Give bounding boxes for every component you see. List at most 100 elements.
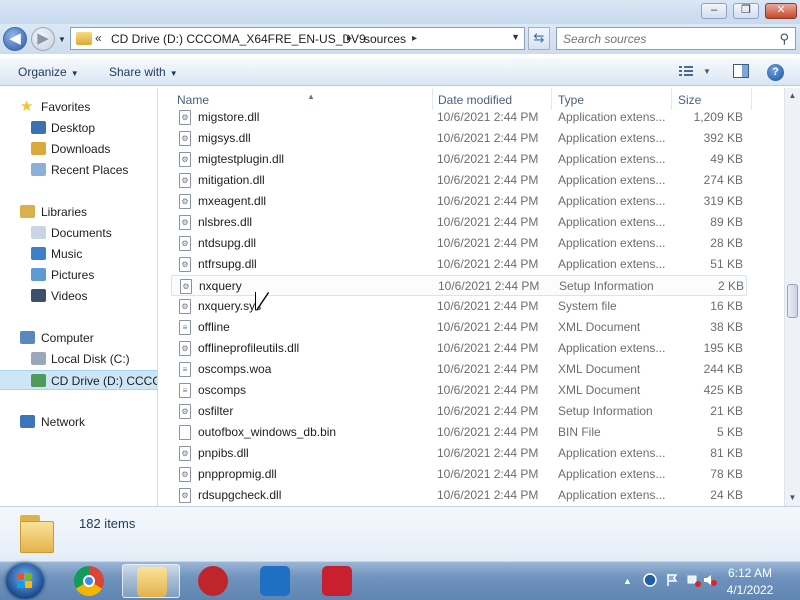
close-button[interactable]: ✕ (765, 3, 797, 19)
file-row[interactable]: ≡ offline 10/6/2021 2:44 PM XML Document 38 … (171, 317, 747, 338)
scroll-up-icon[interactable]: ▲ (785, 88, 800, 104)
file-size: 1,209 KB (693, 110, 743, 124)
breadcrumb-folder[interactable]: sources (364, 32, 406, 46)
file-size: 21 KB (710, 404, 743, 418)
help-icon[interactable]: ? (767, 64, 784, 81)
file-row[interactable]: ⚙ ntdsupg.dll 10/6/2021 2:44 PM Application… (171, 233, 747, 254)
sort-ascending-icon: ▲ (307, 92, 315, 101)
file-size: 244 KB (703, 362, 743, 376)
file-row[interactable]: ≡ oscomps 10/6/2021 2:44 PM XML Document 425… (171, 380, 747, 401)
share-with-button[interactable]: Share with ▼ (109, 65, 178, 79)
recent-pages-dropdown[interactable]: ▼ (58, 35, 66, 44)
command-bar: Organize ▼ Share with ▼ ▼ ? (0, 58, 800, 86)
search-box[interactable]: ⚲ (556, 27, 796, 50)
file-row[interactable]: ⚙ migtestplugin.dll 10/6/2021 2:44 PM Appli… (171, 149, 747, 170)
driver-booster-icon (198, 566, 228, 596)
file-type: Setup Information (558, 404, 653, 418)
file-row[interactable]: ≡ oscomps.woa 10/6/2021 2:44 PM XML Documen… (171, 359, 747, 380)
network-status-icon[interactable] (687, 573, 701, 590)
nav-item-videos[interactable]: Videos (0, 286, 157, 306)
nav-item-music[interactable]: Music (0, 244, 157, 264)
change-view-button[interactable] (678, 64, 694, 80)
folder-icon (76, 32, 92, 45)
forward-button[interactable]: ▶ (31, 27, 55, 51)
start-button[interactable] (6, 563, 44, 599)
nav-item-label: Documents (51, 226, 112, 240)
organize-label: Organize (18, 65, 67, 79)
breadcrumb-separator-end[interactable]: ▸ (412, 33, 417, 44)
file-row[interactable]: ⚙ migstore.dll 10/6/2021 2:44 PM Applicatio… (171, 107, 747, 128)
file-size: 51 KB (710, 257, 743, 271)
nav-item-star[interactable]: ★ Favorites (0, 97, 157, 117)
taskbar-driver-booster[interactable] (184, 564, 242, 598)
file-name: mitigation.dll (198, 173, 265, 187)
action-center-flag-icon[interactable] (665, 573, 679, 590)
file-size: 78 KB (710, 467, 743, 481)
scrollbar-thumb[interactable] (787, 284, 798, 318)
file-size: 392 KB (703, 131, 743, 145)
nav-item-recent-places[interactable]: Recent Places (0, 160, 157, 180)
system-file-icon: ⚙ (179, 299, 191, 314)
file-date-modified: 10/6/2021 2:44 PM (437, 341, 539, 355)
nav-item-desktop[interactable]: Desktop (0, 118, 157, 138)
dll-file-icon: ⚙ (179, 152, 191, 167)
vertical-scrollbar[interactable]: ▲ ▼ (784, 88, 800, 506)
file-row[interactable]: ⚙ pnppropmig.dll 10/6/2021 2:44 PM Applicat… (171, 464, 747, 485)
scroll-down-icon[interactable]: ▼ (785, 490, 800, 506)
file-row[interactable]: ⚙ nlsbres.dll 10/6/2021 2:44 PM Application… (171, 212, 747, 233)
file-date-modified: 10/6/2021 2:44 PM (437, 404, 539, 418)
nav-item-computer[interactable]: Computer (0, 328, 157, 348)
file-name: migtestplugin.dll (198, 152, 285, 166)
file-row[interactable]: ⚙ osfilter 10/6/2021 2:44 PM Setup Informat… (171, 401, 747, 422)
file-row[interactable]: ⚙ mitigation.dll 10/6/2021 2:44 PM Applicat… (171, 170, 747, 191)
file-row[interactable]: ⚙ migsys.dll 10/6/2021 2:44 PM Application … (171, 128, 747, 149)
file-row[interactable]: ⚙ pnpibs.dll 10/6/2021 2:44 PM Application … (171, 443, 747, 464)
setup-info-file-icon: ⚙ (179, 404, 191, 419)
dll-file-icon: ⚙ (179, 173, 191, 188)
address-bar[interactable]: « CD Drive (D:) CCCOMA_X64FRE_EN-US_DV9 … (70, 27, 525, 50)
preview-pane-button[interactable] (733, 64, 749, 80)
maximize-button[interactable]: ❐ (733, 3, 759, 19)
dll-file-icon: ⚙ (179, 110, 191, 125)
nav-item-libraries[interactable]: Libraries (0, 202, 157, 222)
taskbar-screen-recorder[interactable] (308, 564, 366, 598)
tray-app-icon[interactable] (643, 573, 657, 590)
search-icon[interactable]: ⚲ (779, 31, 789, 47)
nav-item-cd-drive[interactable]: CD Drive (D:) CCCOMA_X64FRE_EN-US_DV9 (0, 370, 157, 390)
search-input[interactable] (563, 31, 773, 47)
breadcrumb-drive[interactable]: CD Drive (D:) CCCOMA_X64FRE_EN-US_DV9 (111, 32, 366, 46)
local-disk-icon (31, 352, 46, 365)
file-type: Application extens... (558, 110, 666, 124)
file-row[interactable]: ⚙ ntfrsupg.dll 10/6/2021 2:44 PM Applicatio… (171, 254, 747, 275)
nav-item-downloads[interactable]: Downloads (0, 139, 157, 159)
column-name-label: Name (177, 93, 210, 107)
clock[interactable]: 6:12 AM 4/1/2022 (722, 565, 778, 599)
volume-muted-icon[interactable] (703, 573, 717, 590)
minimize-button[interactable]: – (701, 3, 727, 19)
breadcrumb-separator[interactable]: ▸ (347, 33, 352, 44)
address-history-dropdown[interactable]: ▼ (511, 32, 520, 42)
file-row[interactable]: outofbox_windows_db.bin 10/6/2021 2:44 PM… (171, 422, 747, 443)
taskbar-chrome[interactable] (60, 564, 118, 598)
file-row[interactable]: ⚙ rdsupgcheck.dll 10/6/2021 2:44 PM Applica… (171, 485, 747, 506)
organize-button[interactable]: Organize ▼ (18, 65, 79, 79)
taskbar: ▲ 6:12 AM 4/1/2022 (0, 561, 800, 600)
back-button[interactable]: ◀ (3, 27, 27, 51)
nav-item-local-disk[interactable]: Local Disk (C:) (0, 349, 157, 369)
nav-item-network[interactable]: Network (0, 412, 157, 432)
nav-item-label: Pictures (51, 268, 95, 282)
taskbar-malware-fighter[interactable] (246, 564, 304, 598)
view-options-dropdown[interactable]: ▼ (703, 67, 711, 83)
downloads-icon (31, 142, 46, 155)
file-type: Application extens... (558, 488, 666, 502)
file-row[interactable]: ⚙ mxeagent.dll 10/6/2021 2:44 PM Applicatio… (171, 191, 747, 212)
nav-item-documents[interactable]: Documents (0, 223, 157, 243)
show-hidden-icons-button[interactable]: ▲ (623, 576, 632, 586)
taskbar-file-explorer[interactable] (122, 564, 180, 598)
breadcrumb-overflow[interactable]: « (95, 31, 102, 45)
refresh-button[interactable]: ⇆ (528, 27, 550, 50)
chrome-icon (74, 566, 104, 596)
file-date-modified: 10/6/2021 2:44 PM (437, 236, 539, 250)
nav-item-pictures[interactable]: Pictures (0, 265, 157, 285)
file-row[interactable]: ⚙ offlineprofileutils.dll 10/6/2021 2:44 P… (171, 338, 747, 359)
